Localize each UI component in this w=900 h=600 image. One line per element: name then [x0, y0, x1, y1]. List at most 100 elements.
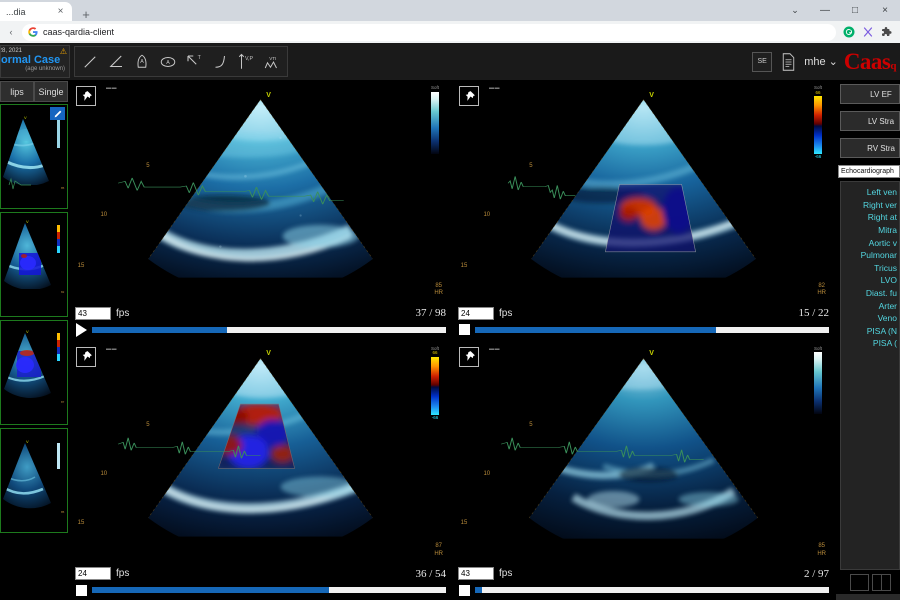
vti-trace-tool[interactable]: VTI: [260, 48, 284, 76]
hr-label-4: HR: [817, 550, 826, 557]
thumbnail-1[interactable]: V 85: [0, 104, 68, 209]
pin-icon-1[interactable]: [76, 86, 96, 106]
viewport-tag-3: ▬▬: [106, 345, 117, 352]
viewport-grid: ▬▬ 5 10 15 V Soft 85 HR 43 fps 37 / 98 ▬…: [68, 81, 836, 600]
pin-icon-2[interactable]: [459, 86, 479, 106]
new-tab-icon[interactable]: +: [76, 8, 96, 21]
se-button[interactable]: SE: [752, 51, 773, 72]
stop-button-4[interactable]: [459, 584, 470, 596]
curve-trace-tool[interactable]: [208, 48, 232, 76]
apex-marker-3: V: [266, 350, 271, 358]
address-bar[interactable]: caas-qardia-client: [22, 23, 836, 41]
angle-tool[interactable]: [104, 48, 128, 76]
list-item[interactable]: LVO: [841, 274, 899, 287]
thumbnail-image-3: V 87: [1, 321, 67, 424]
list-item[interactable]: Veno: [841, 312, 899, 325]
fps-input-1[interactable]: 43: [75, 306, 111, 320]
browser-tab[interactable]: ...dia ×: [0, 2, 72, 21]
layout-selector: [836, 570, 900, 594]
lv-strain-button[interactable]: LV Stra: [840, 111, 900, 131]
lv-ef-button[interactable]: LV EF: [840, 84, 900, 104]
close-icon[interactable]: ×: [55, 6, 66, 17]
viewport-bottom-right[interactable]: ▬▬ 5 10 15 V Soft 85 HR 43 fps 2 / 97: [453, 341, 834, 600]
layout-double[interactable]: [872, 574, 891, 591]
ultrasound-canvas-4[interactable]: ▬▬ 5 10 15 V Soft 85 HR: [453, 341, 834, 564]
fps-input-2[interactable]: 24: [458, 306, 494, 320]
seek-bar-1[interactable]: [92, 326, 446, 333]
ellipse-area-tool[interactable]: A: [156, 48, 180, 76]
app-toolbar: ⚠ r 28, 2021 Normal Case (age unknown) A: [0, 43, 900, 81]
distance-tool[interactable]: [78, 48, 102, 76]
browser-toolbar-icons: [840, 26, 896, 38]
layout-single[interactable]: [850, 574, 869, 591]
tab-clips[interactable]: lips: [0, 81, 34, 102]
maximize-icon[interactable]: □: [840, 0, 870, 21]
colorbar-label-1: Soft: [431, 85, 440, 90]
viewport-top-left[interactable]: ▬▬ 5 10 15 V Soft 85 HR 43 fps 37 / 98: [70, 81, 451, 340]
stop-button-2[interactable]: [459, 324, 470, 335]
annotation-arrow-tool[interactable]: T: [182, 48, 206, 76]
thumbnail-4[interactable]: V 85: [0, 428, 68, 533]
list-item[interactable]: Mitra: [841, 224, 899, 237]
edit-badge-icon[interactable]: [50, 107, 65, 120]
viewport-top-right[interactable]: ▬▬ 5 10 15 V Soft 66 -66 82 HR 24 fps 15…: [453, 81, 834, 340]
pin-icon-4[interactable]: [459, 346, 479, 367]
viewport-bottom-left[interactable]: ▬▬ 5 10 15 V Soft 66 -66 87 HR 24 fps 36…: [70, 341, 451, 600]
ultrasound-canvas-2[interactable]: ▬▬ 5 10 15 V Soft 66 -66 82 HR: [453, 81, 834, 304]
depth-label-10: 10: [100, 212, 108, 219]
thumbnail-list: V 85 V 82 V 87 V 85: [0, 104, 68, 600]
velocity-profile-tool[interactable]: V,P: [234, 48, 258, 76]
heart-rate-1: 85 HR: [434, 283, 443, 298]
ultrasound-canvas-3[interactable]: ▬▬ 5 10 15 V Soft 66 -66 87 HR: [70, 341, 451, 564]
rv-strain-button[interactable]: RV Stra: [840, 138, 900, 158]
modality-select[interactable]: Echocardiograph: [838, 165, 900, 178]
depth-label-15: 15: [460, 263, 468, 270]
heart-rate-3: 87 HR: [434, 543, 443, 558]
list-item[interactable]: Right at: [841, 211, 899, 224]
depth-label-5: 5: [146, 163, 150, 170]
seek-bar-4[interactable]: [475, 587, 829, 593]
apex-marker-4: V: [649, 350, 654, 358]
seek-bar-3[interactable]: [92, 587, 446, 593]
list-item[interactable]: PISA (: [841, 337, 899, 350]
thumbnail-2[interactable]: V 82: [0, 212, 68, 317]
chevron-down-icon[interactable]: ⌄: [780, 0, 810, 21]
app-toolbar-right: SE mhe ⌄ Caasq: [752, 43, 900, 80]
list-item[interactable]: Arter: [841, 299, 899, 312]
stop-button-3[interactable]: [76, 584, 87, 596]
list-item[interactable]: Right ver: [841, 199, 899, 212]
tab-single[interactable]: Single: [34, 81, 68, 102]
patient-info-card[interactable]: ⚠ r 28, 2021 Normal Case (age unknown): [0, 45, 70, 78]
list-item[interactable]: Diast. fu: [841, 287, 899, 300]
report-icon[interactable]: [778, 51, 798, 73]
colorbar-2: Soft 66 -66: [814, 85, 822, 160]
thumbnail-3[interactable]: V 87: [0, 320, 68, 425]
frame-counter-1: 37 / 98: [415, 307, 446, 319]
status-strip: [836, 594, 900, 600]
refresh-icon[interactable]: [843, 26, 855, 38]
fps-input-3[interactable]: 24: [75, 567, 111, 580]
ultrasound-canvas-1[interactable]: ▬▬ 5 10 15 V Soft 85 HR: [70, 81, 451, 304]
seek-bar-2[interactable]: [475, 326, 829, 333]
window-close-icon[interactable]: ×: [870, 0, 900, 21]
fps-label-3: fps: [116, 568, 130, 579]
devtools-icon[interactable]: [862, 26, 874, 38]
list-item[interactable]: Tricus: [841, 262, 899, 275]
svg-text:V: V: [26, 219, 29, 224]
puzzle-icon[interactable]: [881, 26, 893, 38]
list-item[interactable]: Aortic v: [841, 236, 899, 249]
depth-label-15: 15: [77, 263, 85, 270]
fps-input-4[interactable]: 43: [458, 567, 494, 580]
list-item[interactable]: Pulmonar: [841, 249, 899, 262]
clips-tabs: lips Single: [0, 81, 68, 102]
pin-icon-3[interactable]: [76, 346, 96, 367]
list-item[interactable]: Left ven: [841, 186, 899, 199]
minimize-icon[interactable]: —: [810, 0, 840, 21]
list-item[interactable]: PISA (N: [841, 325, 899, 338]
area-trace-tool[interactable]: A: [130, 48, 154, 76]
clips-sidebar: lips Single V 85 V 82 V 87 V 85: [0, 81, 68, 600]
user-menu[interactable]: mhe ⌄: [804, 55, 838, 69]
play-button-1[interactable]: [76, 322, 87, 337]
back-icon[interactable]: ‹: [4, 25, 18, 39]
